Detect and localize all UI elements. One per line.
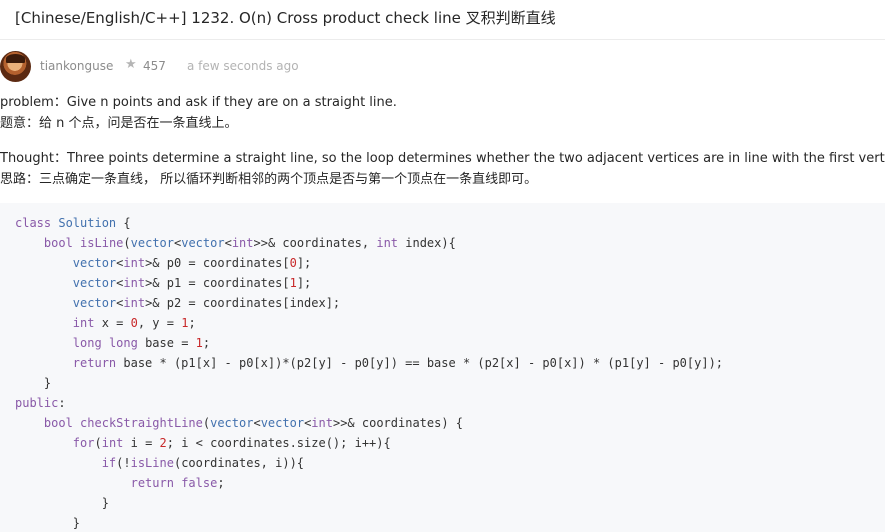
post-title: [Chinese/English/C++] 1232. O(n) Cross p… xyxy=(15,9,556,27)
author-reputation: 457 xyxy=(143,59,166,73)
thought-paragraph: Thought：Three points determine a straigh… xyxy=(0,148,885,190)
author-username[interactable]: tiankonguse xyxy=(40,59,113,73)
code-line: if(!isLine(coordinates, i)){ xyxy=(101,456,305,470)
code-line: long long base = 1; xyxy=(72,336,211,350)
thought-english: Thought：Three points determine a straigh… xyxy=(0,151,885,166)
code-block[interactable]: class Solution { bool isLine(vector<vect… xyxy=(0,203,885,532)
avatar[interactable] xyxy=(0,51,31,82)
thought-chinese: 思路：三点确定一条直线， 所以循环判断相邻的两个顶点是否与第一个顶点在一条直线即… xyxy=(0,172,538,187)
code-line: int x = 0, y = 1; xyxy=(72,316,196,330)
code-lines: class Solution { bool isLine(vector<vect… xyxy=(0,203,885,532)
code-line: public: xyxy=(15,396,66,410)
star-icon: ★ xyxy=(125,57,137,72)
problem-paragraph: problem：Give n points and ask if they ar… xyxy=(0,92,397,134)
problem-english: problem：Give n points and ask if they ar… xyxy=(0,95,397,110)
code-line: for(int i = 2; i < coordinates.size(); i… xyxy=(72,436,391,450)
code-line: bool isLine(vector<vector<int>>& coordin… xyxy=(43,236,456,250)
code-line: return false; xyxy=(130,476,225,490)
code-line: bool checkStraightLine(vector<vector<int… xyxy=(43,416,464,430)
author-row: tiankonguse ★ 457 a few seconds ago xyxy=(0,51,885,83)
code-line: vector<int>& p1 = coordinates[1]; xyxy=(72,276,312,290)
code-line: } xyxy=(15,516,81,530)
code-line: vector<int>& p2 = coordinates[index]; xyxy=(72,296,341,310)
post-timestamp: a few seconds ago xyxy=(187,59,299,73)
code-line: class Solution { xyxy=(15,216,131,230)
post-header: [Chinese/English/C++] 1232. O(n) Cross p… xyxy=(0,0,885,40)
code-line: vector<int>& p0 = coordinates[0]; xyxy=(72,256,312,270)
problem-chinese: 题意：给 n 个点，问是否在一条直线上。 xyxy=(0,116,238,131)
code-line: } xyxy=(15,496,109,510)
code-line: return base * (p1[x] - p0[x])*(p2[y] - p… xyxy=(72,356,724,370)
code-line: } xyxy=(15,376,52,390)
